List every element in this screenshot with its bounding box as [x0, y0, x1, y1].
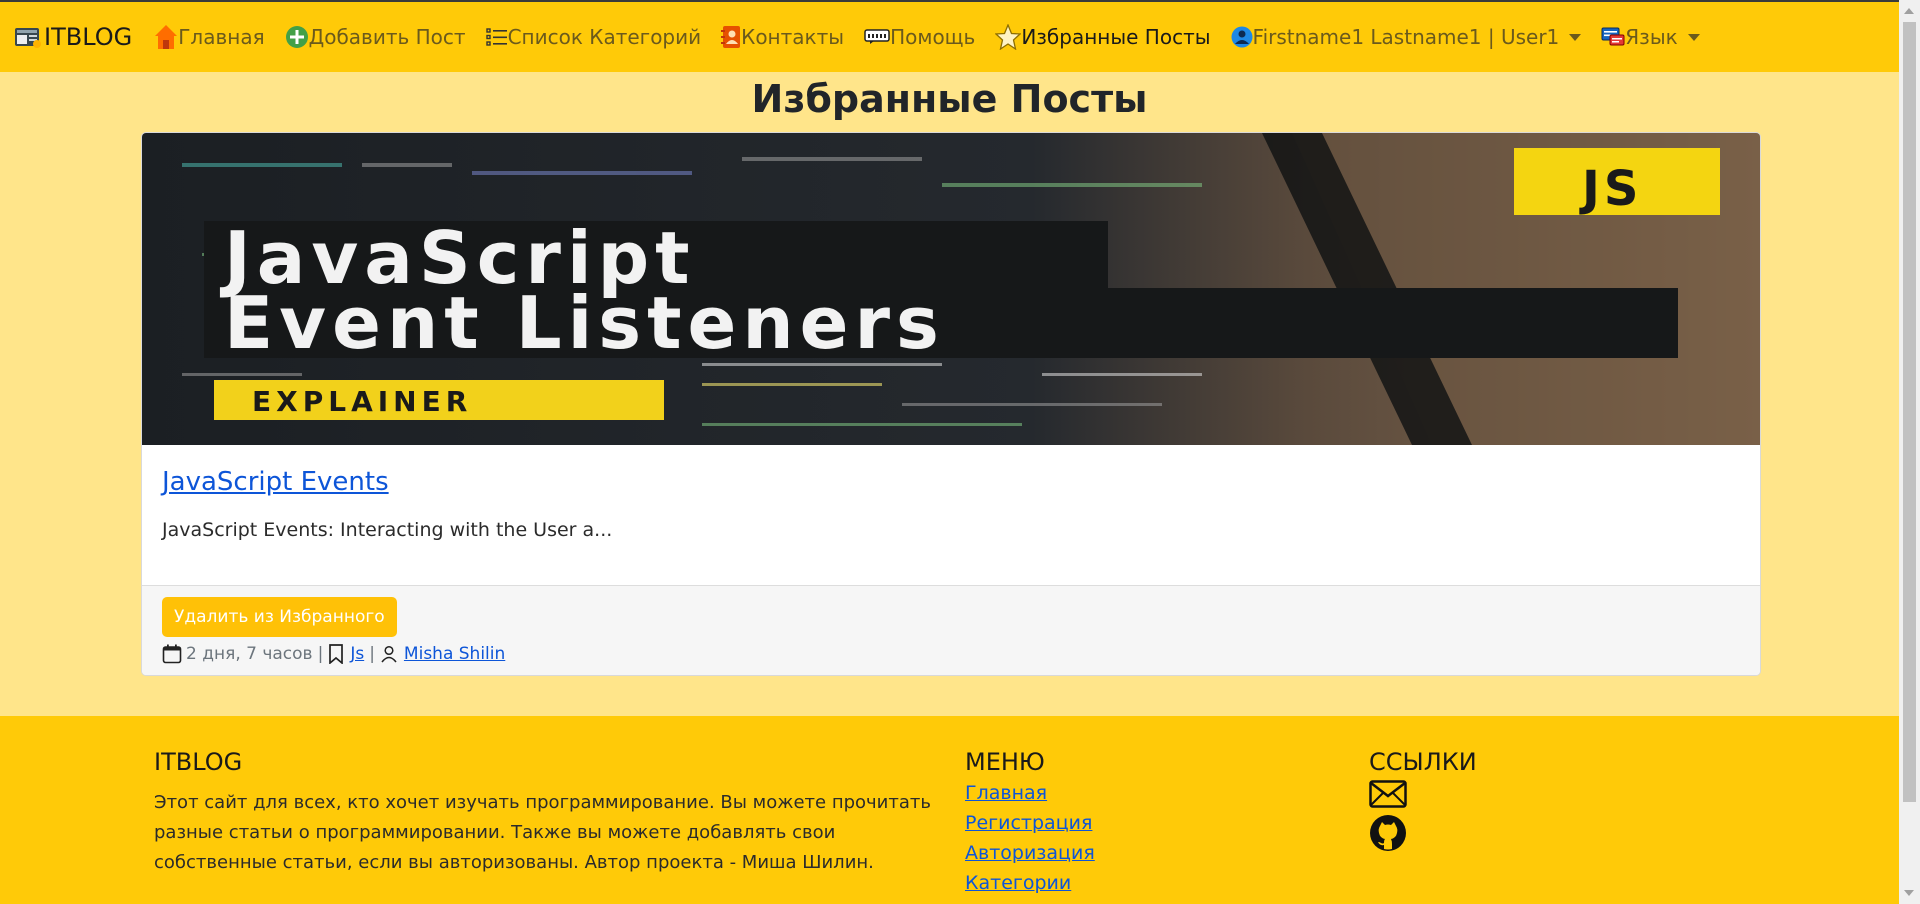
nav-language-label: Язык — [1625, 25, 1678, 49]
footer-links-title: ССЫЛКИ — [1369, 748, 1477, 776]
nav-user-label: Firstname1 Lastname1 | User1 — [1252, 25, 1560, 49]
nav-contacts-label: Контакты — [741, 25, 845, 49]
nav-help-label: Помощь — [890, 25, 976, 49]
author-icon — [381, 645, 397, 663]
post-excerpt: JavaScript Events: Interacting with the … — [162, 519, 613, 541]
footer-about-text: Этот сайт для всех, кто хочет изучать пр… — [154, 792, 931, 873]
nav-user-dropdown[interactable]: Firstname1 Lastname1 | User1 — [1231, 25, 1582, 49]
navbar: ITBLOG Главная Добавить Пост Список Кате… — [0, 2, 1899, 72]
post-cover-image[interactable]: JavaScript Event Listeners EXPLAINER JS — [142, 133, 1760, 445]
post-date: 2 дня, 7 часов — [186, 644, 313, 664]
post-author-link[interactable]: Misha Shilin — [404, 644, 505, 664]
help-icon — [864, 29, 890, 44]
nav-add-post-label: Добавить Пост — [308, 25, 466, 49]
user-avatar-icon — [1231, 26, 1253, 48]
mail-icon[interactable] — [1369, 780, 1407, 808]
nav-categories[interactable]: Список Категорий — [485, 25, 702, 49]
meta-separator: | — [317, 644, 324, 664]
scroll-up-arrow-icon[interactable] — [1904, 8, 1914, 14]
bookmark-icon — [329, 644, 344, 664]
post-title-link[interactable]: JavaScript Events — [162, 467, 389, 497]
footer-link-home[interactable]: Главная — [965, 782, 1047, 804]
brand-text: ITBLOG — [44, 23, 133, 51]
footer-link-register[interactable]: Регистрация — [965, 812, 1092, 834]
nav-home[interactable]: Главная — [154, 24, 265, 50]
meta-separator: | — [369, 644, 375, 664]
contacts-book-icon — [721, 26, 741, 48]
scroll-down-arrow-icon[interactable] — [1904, 890, 1914, 896]
page-title: Избранные Посты — [751, 77, 1148, 121]
scrollbar-thumb[interactable] — [1903, 22, 1916, 802]
post-card-footer: Удалить из Избранного 2 дня, 7 часов | J… — [142, 585, 1760, 675]
chevron-down-icon — [1687, 33, 1700, 41]
home-icon — [155, 25, 178, 49]
nav-categories-label: Список Категорий — [507, 25, 702, 49]
footer-link-login[interactable]: Авторизация — [965, 842, 1095, 864]
image-headline-line2: Event Listeners — [224, 281, 945, 365]
nav-add-post[interactable]: Добавить Пост — [285, 25, 466, 49]
calendar-icon — [162, 644, 182, 664]
post-category-link[interactable]: Js — [350, 644, 364, 664]
post-meta: 2 дня, 7 часов | Js | Misha Shilin — [162, 644, 505, 664]
nav-contacts[interactable]: Контакты — [721, 25, 844, 49]
nav-favorites-label: Избранные Посты — [1021, 25, 1211, 49]
language-chat-icon — [1601, 27, 1625, 46]
site-footer: ITBLOG Этот сайт для всех, кто хочет изу… — [0, 716, 1899, 904]
vertical-scrollbar[interactable] — [1899, 0, 1920, 904]
nav-home-label: Главная — [178, 25, 265, 49]
blog-logo-icon — [15, 28, 41, 48]
remove-from-favorites-button[interactable]: Удалить из Избранного — [162, 597, 397, 637]
list-icon — [485, 28, 507, 46]
image-badge-text: JS — [1579, 161, 1642, 217]
add-circle-icon — [285, 26, 308, 48]
nav-language-dropdown[interactable]: Язык — [1601, 25, 1700, 49]
footer-menu-title: МЕНЮ — [965, 748, 1045, 776]
nav-favorites[interactable]: Избранные Посты — [995, 24, 1211, 50]
footer-about-title: ITBLOG — [154, 748, 243, 776]
brand-link[interactable]: ITBLOG — [14, 23, 132, 51]
image-tag-text: EXPLAINER — [252, 385, 472, 418]
post-card: JavaScript Event Listeners EXPLAINER JS … — [141, 132, 1761, 676]
footer-link-categories[interactable]: Категории — [965, 872, 1071, 894]
chevron-down-icon — [1569, 33, 1582, 41]
github-icon[interactable] — [1369, 814, 1407, 852]
nav-help[interactable]: Помощь — [864, 25, 975, 49]
star-icon — [995, 24, 1022, 50]
